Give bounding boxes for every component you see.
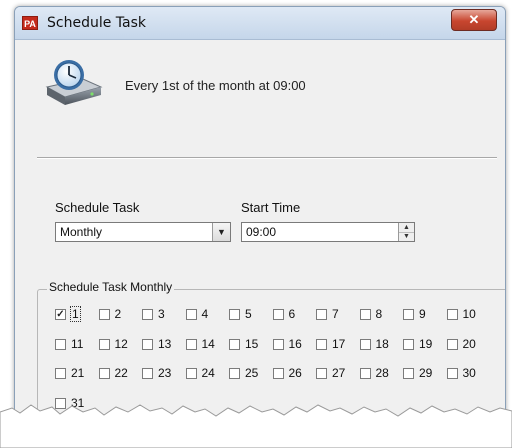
checkbox-box[interactable] xyxy=(403,368,414,379)
day-label: 7 xyxy=(332,307,339,321)
checkbox-box[interactable] xyxy=(142,309,153,320)
checkbox-box[interactable] xyxy=(446,309,458,320)
app-icon: PA xyxy=(22,16,38,30)
day-label: 2 xyxy=(114,307,122,321)
checkbox-box[interactable] xyxy=(359,338,371,350)
start-time-value: 09:00 xyxy=(246,225,277,239)
checkbox-box[interactable] xyxy=(98,338,110,350)
checkbox-box[interactable] xyxy=(272,368,284,379)
day-label: 11 xyxy=(71,336,84,351)
day-label: 24 xyxy=(201,366,215,380)
checkbox-box[interactable] xyxy=(316,309,327,320)
day-label: 8 xyxy=(375,307,383,321)
day-label: 30 xyxy=(462,366,476,380)
day-label: 4 xyxy=(201,307,209,321)
checkbox-box[interactable] xyxy=(185,368,197,379)
checkbox-box[interactable] xyxy=(98,309,110,320)
day-label: 23 xyxy=(158,366,172,380)
checkbox-box[interactable] xyxy=(55,368,66,379)
window-title: Schedule Task xyxy=(47,15,146,31)
close-icon: ✕ xyxy=(468,12,480,27)
checkbox-box[interactable] xyxy=(229,368,240,379)
checkbox-box[interactable] xyxy=(185,338,197,350)
torn-edge xyxy=(0,404,512,448)
day-label: 19 xyxy=(419,336,433,351)
day-label: 9 xyxy=(419,307,426,321)
day-label: 12 xyxy=(114,336,128,351)
close-button[interactable]: ✕ xyxy=(451,9,497,31)
day-label: 21 xyxy=(71,366,85,380)
schedule-summary: Every 1st of the month at 09:00 xyxy=(125,78,306,93)
day-label: 15 xyxy=(245,336,259,351)
chevron-down-icon[interactable]: ▼ xyxy=(212,223,230,241)
day-label: 1 xyxy=(70,306,81,322)
checkbox-box[interactable] xyxy=(403,338,414,350)
day-label: 18 xyxy=(375,336,389,351)
divider xyxy=(37,157,497,159)
day-label: 6 xyxy=(288,307,296,321)
schedule-task-label: Schedule Task xyxy=(55,200,140,215)
checkbox-box[interactable] xyxy=(229,338,240,350)
checkbox-box[interactable]: ✓ xyxy=(55,309,66,320)
checkbox-box[interactable] xyxy=(359,368,371,379)
checkbox-box[interactable] xyxy=(316,338,327,350)
day-label: 22 xyxy=(114,366,128,380)
clock-drive-icon xyxy=(45,60,103,105)
schedule-task-value: Monthly xyxy=(60,225,103,239)
checkbox-box[interactable] xyxy=(359,309,371,320)
schedule-task-window: PA Schedule Task ✕ Every 1st of the mont… xyxy=(14,6,506,428)
day-label: 17 xyxy=(332,336,346,351)
checkbox-box[interactable] xyxy=(446,368,458,379)
day-label: 10 xyxy=(462,307,476,321)
checkbox-box[interactable] xyxy=(185,309,197,320)
monthly-group-legend: Schedule Task Monthly xyxy=(47,280,175,294)
checkbox-box[interactable] xyxy=(446,338,458,350)
checkbox-box[interactable] xyxy=(142,368,153,379)
checkbox-box[interactable] xyxy=(142,338,153,350)
title-bar: PA Schedule Task ✕ xyxy=(15,7,505,40)
start-time-input[interactable]: 09:00 ▲ ▼ xyxy=(241,222,415,242)
day-label: 20 xyxy=(462,336,476,351)
checkbox-box[interactable] xyxy=(272,309,284,320)
day-label: 28 xyxy=(375,366,389,380)
checkbox-box[interactable] xyxy=(98,368,110,379)
spin-down-icon[interactable]: ▼ xyxy=(399,232,414,241)
day-label: 25 xyxy=(245,366,259,380)
day-label: 29 xyxy=(419,366,433,380)
checkbox-box[interactable] xyxy=(316,368,327,379)
day-label: 27 xyxy=(332,366,346,380)
day-label: 13 xyxy=(158,336,172,351)
checkbox-box[interactable] xyxy=(272,338,284,350)
checkbox-box[interactable] xyxy=(55,338,66,350)
day-label: 16 xyxy=(288,336,302,351)
day-label: 14 xyxy=(201,336,215,351)
checkbox-box[interactable] xyxy=(229,309,240,320)
day-label: 26 xyxy=(288,366,302,380)
schedule-task-select[interactable]: Monthly ▼ xyxy=(55,222,231,242)
day-label: 5 xyxy=(245,307,252,321)
day-label: 3 xyxy=(158,307,165,321)
time-spinner[interactable]: ▲ ▼ xyxy=(398,223,414,241)
start-time-label: Start Time xyxy=(241,200,301,215)
checkbox-box[interactable] xyxy=(403,309,414,320)
